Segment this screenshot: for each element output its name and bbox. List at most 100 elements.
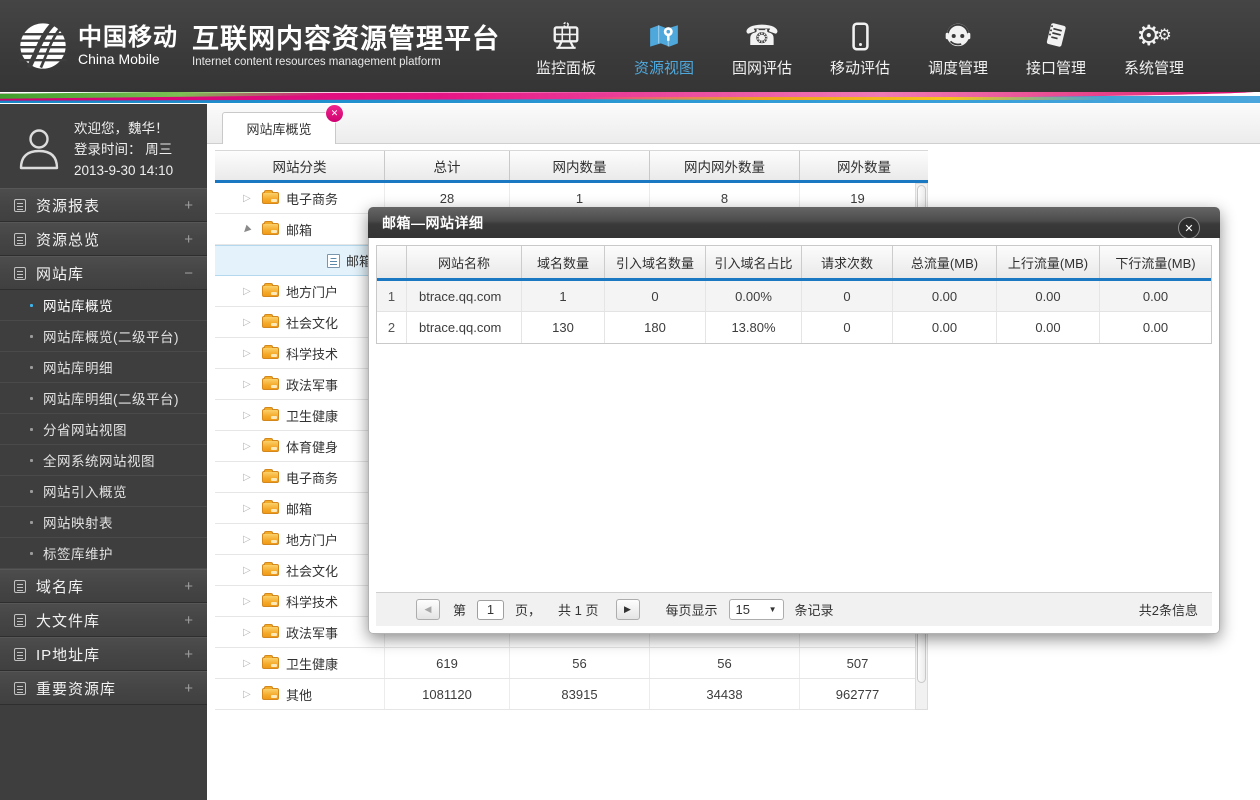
sidebar-subitem-8[interactable]: 标签库维护 xyxy=(0,538,207,569)
page-number-input[interactable] xyxy=(477,599,505,620)
nav-item-mobile-eval[interactable]: 移动评估 xyxy=(826,15,894,78)
modal-column-header[interactable]: 下行流量(MB) xyxy=(1100,246,1211,278)
tab-close-icon[interactable]: ✕ xyxy=(326,105,343,122)
sidebar-group-bigfile-library[interactable]: 大文件库 + xyxy=(0,603,207,637)
modal-column-header[interactable]: 引入域名占比 xyxy=(706,246,802,278)
nav-label: 接口管理 xyxy=(1025,59,1086,77)
expand-plus-icon[interactable]: + xyxy=(184,646,193,663)
per-page-select[interactable]: 15 ▼ xyxy=(728,599,784,620)
modal-table-row[interactable]: 2 btrace.qq.com 130 180 13.80% 0 0.00 0.… xyxy=(377,312,1211,343)
expand-plus-icon[interactable]: + xyxy=(184,612,193,629)
sidebar-group-important-resource[interactable]: 重要资源库 + xyxy=(0,671,207,705)
sidebar-subitem-5[interactable]: 全网系统网站视图 xyxy=(0,445,207,476)
modal-column-header[interactable]: 网站名称 xyxy=(407,246,522,278)
expand-arrow-icon[interactable] xyxy=(243,193,257,204)
modal-column-header[interactable]: 域名数量 xyxy=(522,246,605,278)
page-subtitle: Internet content resources management pl… xyxy=(192,55,441,68)
modal-column-header[interactable]: 请求次数 xyxy=(802,246,893,278)
expand-arrow-icon[interactable] xyxy=(243,379,257,390)
expand-plus-icon[interactable]: + xyxy=(184,578,193,595)
nav-item-interface-mgmt[interactable]: 接口管理 xyxy=(1022,15,1090,78)
brand-name-cn: 中国移动 xyxy=(78,24,178,51)
expand-arrow-icon[interactable] xyxy=(243,472,257,483)
grid-column-header[interactable]: 网站分类 xyxy=(215,151,385,180)
sidebar-subitem-3[interactable]: 网站库明细(二级平台) xyxy=(0,383,207,414)
sidebar-subitem-label: 分省网站视图 xyxy=(43,423,127,438)
expand-arrow-icon[interactable] xyxy=(243,627,257,638)
table-row[interactable]: 其他 1081120 83915 34438 962777 xyxy=(215,679,915,710)
expand-arrow-icon[interactable] xyxy=(243,565,257,576)
sidebar-group-domain-library[interactable]: 域名库 + xyxy=(0,569,207,603)
expand-arrow-icon[interactable] xyxy=(243,224,257,235)
nav-item-fixed-network-eval[interactable]: ☎ 固网评估 xyxy=(728,15,796,78)
expand-plus-icon[interactable]: + xyxy=(184,197,193,214)
nav-item-system-mgmt[interactable]: ⚙ ⚙ 系统管理 xyxy=(1120,15,1188,78)
sidebar-group-ip-library[interactable]: IP地址库 + xyxy=(0,637,207,671)
category-cell: 科学技术 xyxy=(215,338,385,368)
sidebar-group-resource-overview[interactable]: 资源总览 + xyxy=(0,222,207,256)
modal-close-icon[interactable]: ✕ xyxy=(1178,217,1200,239)
doc-icon xyxy=(14,232,26,246)
modal-title: 邮箱—网站详细 xyxy=(382,214,484,231)
inoutnet-cell: 56 xyxy=(650,648,800,678)
sidebar-subitem-0[interactable]: 网站库概览 xyxy=(0,290,207,321)
expand-arrow-icon[interactable] xyxy=(243,410,257,421)
prev-page-button[interactable]: ◀ xyxy=(416,599,440,620)
grid-column-header[interactable]: 网外数量 xyxy=(800,151,928,180)
expand-arrow-icon[interactable] xyxy=(243,286,257,297)
expand-arrow-icon[interactable] xyxy=(243,689,257,700)
table-row[interactable]: 卫生健康 619 56 56 507 xyxy=(215,648,915,679)
expand-arrow-icon[interactable] xyxy=(243,317,257,328)
sidebar-subitem-4[interactable]: 分省网站视图 xyxy=(0,414,207,445)
outnet-cell: 962777 xyxy=(835,686,880,702)
login-datetime: 2013-9-30 14:10 xyxy=(74,162,174,178)
grid-column-header[interactable]: 网内网外数量 xyxy=(650,151,800,180)
category-label: 电子商务 xyxy=(286,470,339,486)
expand-arrow-icon[interactable] xyxy=(243,534,257,545)
chevron-down-icon: ▼ xyxy=(768,605,777,614)
bullet-icon xyxy=(30,334,33,338)
modal-column-header[interactable]: 总流量(MB) xyxy=(893,246,997,278)
expand-arrow-icon[interactable] xyxy=(243,348,257,359)
category-cell: 卫生健康 xyxy=(215,400,385,430)
expand-arrow-icon[interactable] xyxy=(243,503,257,514)
category-cell: 地方门户 xyxy=(215,276,385,306)
expand-arrow-icon[interactable] xyxy=(243,596,257,607)
next-page-button[interactable]: ▶ xyxy=(615,599,640,620)
sidebar-subitem-2[interactable]: 网站库明细 xyxy=(0,352,207,383)
category-label: 其他 xyxy=(286,687,313,703)
sidebar-subitem-1[interactable]: 网站库概览(二级平台) xyxy=(0,321,207,352)
grid-column-header[interactable]: 总计 xyxy=(385,151,510,180)
expand-arrow-icon[interactable] xyxy=(243,658,257,669)
sidebar-subitem-6[interactable]: 网站引入概览 xyxy=(0,476,207,507)
page-title: 互联网内容资源管理平台 xyxy=(192,23,500,54)
page-suffix-label: 页， xyxy=(515,603,542,618)
sidebar-group-website-library[interactable]: 网站库 − xyxy=(0,256,207,290)
modal-column-header[interactable]: 引入域名数量 xyxy=(605,246,706,278)
up-traffic-cell: 0.00 xyxy=(997,312,1100,343)
expand-plus-icon[interactable]: + xyxy=(184,231,193,248)
category-cell: 社会文化 xyxy=(215,555,385,585)
tab-website-overview[interactable]: 网站库概览 ✕ xyxy=(222,105,343,144)
bullet-icon xyxy=(30,458,33,462)
grid-column-header[interactable]: 网内数量 xyxy=(510,151,650,180)
collapse-minus-icon[interactable]: − xyxy=(184,265,193,282)
up-traffic-cell: 0.00 xyxy=(997,281,1100,311)
app-window: 中国移动 China Mobile 互联网内容资源管理平台 Internet c… xyxy=(0,0,1260,800)
modal-column-header[interactable] xyxy=(377,246,407,278)
modal-title-bar[interactable]: 邮箱—网站详细 xyxy=(368,207,1220,238)
nav-item-dispatch-mgmt[interactable]: 调度管理 xyxy=(924,15,992,78)
nav-item-resource-view[interactable]: 资源视图 xyxy=(630,15,698,78)
down-traffic-cell: 0.00 xyxy=(1142,288,1169,304)
inoutnet-cell: 34438 xyxy=(650,679,800,709)
category-label: 政法军事 xyxy=(286,625,339,641)
sidebar-subitem-7[interactable]: 网站映射表 xyxy=(0,507,207,538)
nav-item-monitor-panel[interactable]: 监控面板 xyxy=(532,15,600,78)
imported-domain-count-cell: 180 xyxy=(605,312,706,343)
expand-plus-icon[interactable]: + xyxy=(184,680,193,697)
sidebar-group-resource-report[interactable]: 资源报表 + xyxy=(0,188,207,222)
category-cell: 卫生健康 xyxy=(215,648,385,678)
modal-table-row[interactable]: 1 btrace.qq.com 1 0 0.00% 0 0.00 0.00 0.… xyxy=(377,281,1211,312)
modal-column-header[interactable]: 上行流量(MB) xyxy=(997,246,1100,278)
expand-arrow-icon[interactable] xyxy=(243,441,257,452)
